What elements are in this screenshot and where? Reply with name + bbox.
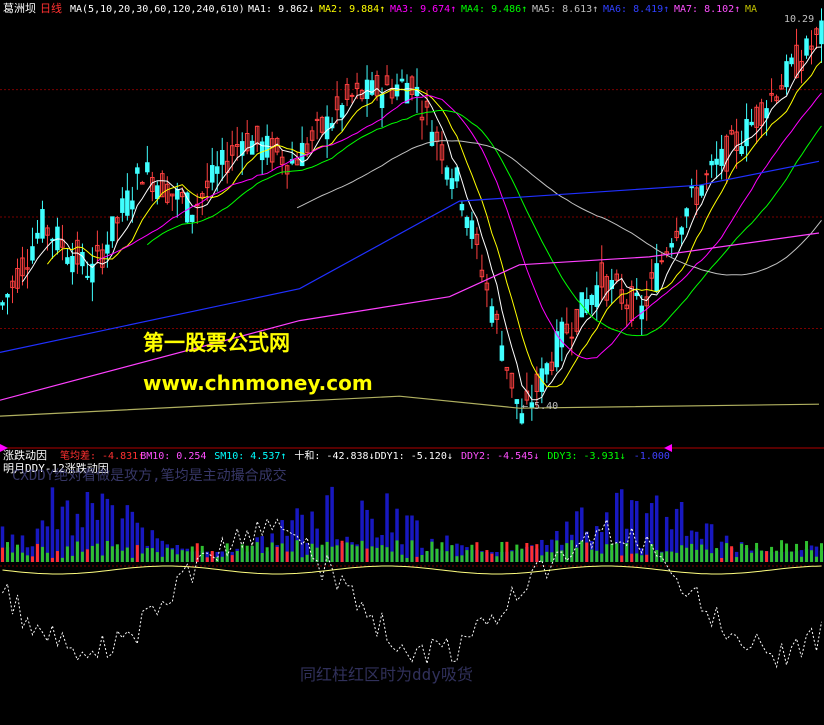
candle-body: [594, 285, 600, 307]
indicator-legend-item: -1.000: [634, 451, 670, 462]
candle-body: [70, 255, 75, 273]
candle-body: [689, 186, 694, 189]
indicator-legend-item: DDY3: -3.931↓: [547, 451, 625, 462]
candle-body: [120, 198, 125, 213]
candle-body: [654, 263, 659, 292]
candle-body: [110, 216, 115, 242]
candle-body: [469, 220, 475, 239]
candle-body: [489, 306, 495, 323]
candle-body: [684, 208, 689, 217]
candle-body: [209, 165, 215, 183]
candle-body: [789, 57, 794, 65]
period-label: 日线: [40, 1, 62, 15]
candle-body: [569, 336, 575, 339]
ma-legend-item: MA3: 9.674↑: [390, 4, 456, 15]
candle-body: [444, 167, 450, 180]
ma-legend-item: MA: [745, 4, 757, 15]
candle-body: [65, 257, 70, 264]
candle-body: [544, 363, 550, 375]
indicator-legend-item: 十和: -42.838↓: [294, 449, 374, 462]
candle-body: [0, 302, 5, 306]
candle-body: [634, 292, 639, 297]
candle-body: [739, 146, 744, 154]
ma-line: [296, 140, 822, 276]
candle-body: [155, 185, 160, 200]
ma-line: [146, 109, 822, 337]
candle-body: [699, 185, 704, 196]
ma-legend-item: MA1: 9.862↓: [248, 4, 314, 15]
candle-body: [135, 167, 140, 174]
candle-body: [30, 246, 35, 261]
candle-body: [804, 38, 809, 56]
indicator-panel-title: 涨跌动因: [3, 448, 47, 462]
candle-body: [324, 116, 330, 140]
candle-body: [519, 413, 525, 424]
candle-body: [80, 251, 85, 267]
indicator-watermark-bottom: 同红柱红区时为ddy吸货: [300, 665, 473, 684]
ma-legend-item: MA2: 9.884↑: [319, 4, 385, 15]
candle-body: [214, 166, 220, 174]
candle-body: [5, 293, 10, 298]
candle-body: [105, 244, 110, 254]
ma-line: [97, 92, 822, 360]
candle-body: [35, 232, 40, 239]
candle-body: [589, 295, 595, 306]
candle-body: [145, 162, 150, 173]
stock-chart[interactable]: 葛洲坝 日线 MA(5,10,20,30,60,120,240,610) MA1…: [0, 0, 824, 721]
ma-legend-item: MA6: 8.419↑: [603, 4, 669, 15]
chart-canvas[interactable]: 葛洲坝 日线 MA(5,10,20,30,60,120,240,610) MA1…: [0, 0, 824, 721]
candle-body: [659, 260, 664, 263]
candle-body: [85, 275, 90, 278]
candle-body: [669, 243, 674, 248]
candle-body: [704, 173, 709, 176]
candle-body: [125, 190, 130, 216]
candle-body: [339, 105, 345, 118]
candle-body: [459, 204, 465, 211]
candle-body: [499, 345, 505, 361]
candle-body: [364, 79, 370, 100]
candle-body: [399, 78, 405, 82]
candle-body: [784, 61, 789, 88]
header-row: 葛洲坝 日线 MA(5,10,20,30,60,120,240,610) MA1…: [3, 1, 757, 15]
candle-body: [449, 178, 455, 190]
high-price-label: 10.29: [784, 14, 814, 25]
indicator-legend-item: DDY2: -4.545↓: [461, 451, 539, 462]
candle-body: [514, 399, 520, 404]
candle-body: [744, 118, 749, 147]
indicator-legend-item: 笔均差: -4.831↑: [60, 449, 144, 462]
candle-body: [219, 149, 225, 165]
ma-legend-item: MA4: 9.486↑: [461, 4, 527, 15]
candle-body: [249, 140, 255, 155]
brand-name: 第一股票公式网: [143, 331, 290, 355]
candle-body: [819, 20, 824, 45]
candle-body: [349, 94, 355, 97]
candle-body: [40, 209, 45, 239]
long-ma-line: [0, 395, 820, 417]
candle-body: [749, 121, 754, 126]
candle-body: [175, 189, 180, 200]
ma-legend-item: MA7: 8.102↑: [674, 4, 740, 15]
candle-body: [719, 148, 724, 166]
indicator-legend-item: DDY1: -5.120↓: [375, 451, 453, 462]
candle-body: [679, 227, 684, 235]
candle-body: [464, 217, 470, 228]
candle-body: [130, 200, 135, 210]
low-price-label: ← 5.40: [522, 401, 558, 412]
ddy-smooth-line: [2, 565, 822, 575]
indicator-watermark-top: CXDDY绝对看做是攻方,笔均是主动撮合成交: [12, 467, 287, 484]
indicator-legend-item: SM10: 4.537↑: [214, 451, 286, 462]
candle-body: [429, 131, 435, 146]
ma-params: MA(5,10,20,30,60,120,240,610): [70, 4, 245, 15]
candle-body: [379, 93, 385, 109]
indicator-legend-item: BM10: 0.254: [140, 451, 206, 462]
brand-url: www.chnmoney.com: [143, 371, 373, 395]
candle-body: [709, 160, 714, 166]
ma-legend-item: MA5: 8.613↑: [532, 4, 598, 15]
candle-body: [714, 158, 719, 165]
long-ma-line: [0, 232, 820, 401]
candle-body: [190, 214, 195, 223]
stock-name: 葛洲坝: [3, 1, 36, 15]
